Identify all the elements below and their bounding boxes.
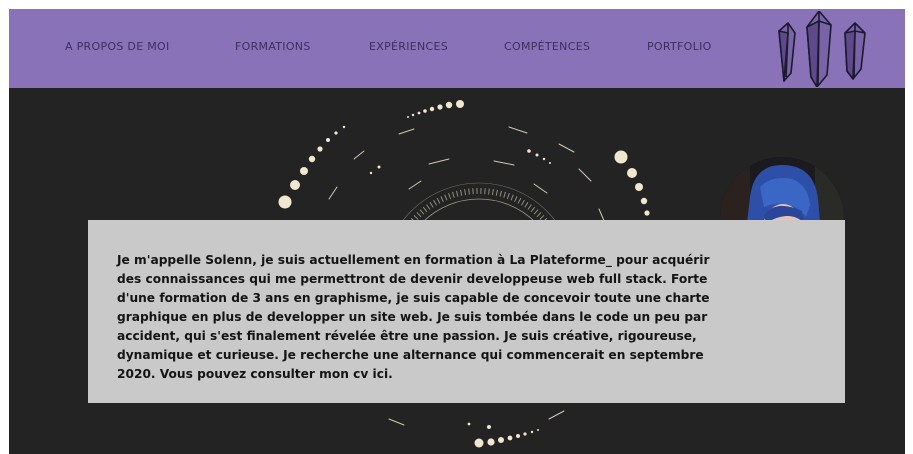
nav-link-competences[interactable]: COMPÉTENCES (504, 40, 590, 53)
top-navbar: A PROPOS DE MOI FORMATIONS EXPÉRIENCES C… (9, 9, 905, 88)
crystals-icon (778, 11, 866, 87)
about-section: Je m'appelle Solenn, je suis actuellemen… (88, 220, 845, 403)
nav-link-experiences[interactable]: EXPÉRIENCES (369, 40, 448, 53)
about-description: Je m'appelle Solenn, je suis actuellemen… (117, 253, 710, 381)
nav-link-about[interactable]: A PROPOS DE MOI (65, 40, 170, 53)
nav-link-portfolio[interactable]: PORTFOLIO (647, 40, 712, 53)
page-frame: A PROPOS DE MOI FORMATIONS EXPÉRIENCES C… (9, 9, 905, 454)
nav-link-formations[interactable]: FORMATIONS (235, 40, 311, 53)
